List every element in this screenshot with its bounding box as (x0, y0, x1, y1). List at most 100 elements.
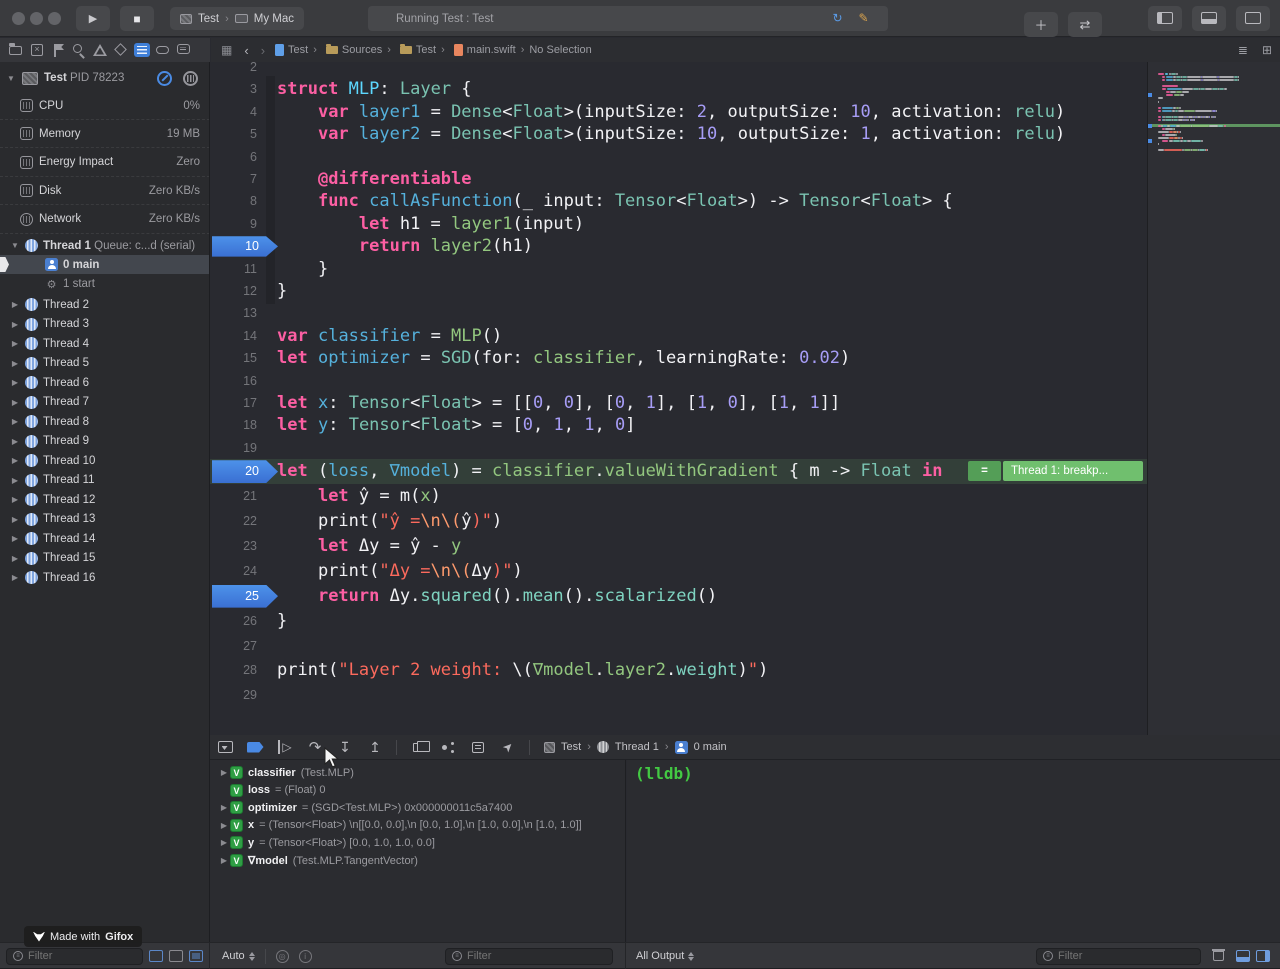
process-row[interactable]: ▼Test PID 78223 (0, 68, 210, 88)
code-line-22[interactable]: 22 print("ŷ =\n\(ŷ)") (210, 509, 1147, 534)
thread-row[interactable]: ▶Thread 3 (0, 315, 210, 334)
code-line-23[interactable]: 23 let Δy = ŷ - y (210, 534, 1147, 559)
code-line-25[interactable]: 25 return Δy.squared().mean().scalarized… (210, 584, 1147, 609)
continue-button[interactable]: ▷ (270, 735, 300, 760)
stop-button[interactable]: ■ (120, 6, 154, 31)
code-line-28[interactable]: 28print("Layer 2 weight: \(∇model.layer2… (210, 658, 1147, 683)
thread-row[interactable]: ▶Thread 16 (0, 568, 210, 587)
show-variables-view-icon[interactable] (1236, 950, 1250, 962)
code-line-4[interactable]: 4 var layer1 = Dense<Float>(inputSize: 2… (210, 101, 1147, 123)
disclosure-triangle[interactable]: ▼ (6, 74, 16, 83)
output-stepper-icon[interactable] (688, 952, 694, 961)
line-number[interactable]: 21 (210, 484, 257, 509)
disclosure-triangle[interactable]: ▶ (10, 456, 20, 465)
variable-row[interactable]: ▶Vx= (Tensor<Float>) \n[[0.0, 0.0],\n [0… (210, 817, 625, 834)
disclosure-triangle[interactable]: ▶ (10, 300, 20, 309)
navigator-filter-input[interactable] (28, 950, 136, 962)
line-number[interactable]: 13 (210, 302, 257, 324)
gauge-row-network[interactable]: NetworkZero KB/s (0, 206, 210, 234)
variables-filter-input[interactable] (467, 950, 606, 962)
line-number[interactable]: 14 (210, 325, 257, 347)
hide-debug-area-button[interactable] (210, 735, 240, 760)
disclosure-triangle[interactable]: ▼ (10, 241, 20, 250)
console[interactable]: (lldb) (627, 760, 1280, 942)
show-crashed-icon[interactable] (189, 950, 203, 962)
thread-row[interactable]: ▶Thread 10 (0, 451, 210, 470)
thread-row[interactable]: ▶Thread 8 (0, 412, 210, 431)
source-editor[interactable]: 23struct MLP: Layer {4 var layer1 = Dens… (210, 62, 1147, 735)
line-number[interactable]: 27 (210, 634, 257, 659)
close-button[interactable] (12, 12, 25, 25)
disclosure-triangle[interactable]: ▶ (10, 534, 20, 543)
code-line-11[interactable]: 11 } (210, 258, 1147, 280)
code-line-9[interactable]: 9 let h1 = layer1(input) (210, 213, 1147, 235)
memory-graph-button[interactable] (433, 735, 463, 760)
scheme-selector[interactable]: Test › My Mac (170, 7, 304, 30)
library-button[interactable]: ＋ (1024, 12, 1058, 37)
breakpoint-marker[interactable]: 25 (212, 585, 278, 608)
disclosure-triangle[interactable]: ▶ (10, 398, 20, 407)
thread-row[interactable]: ▶Thread 6 (0, 373, 210, 392)
simulate-location-button[interactable]: ➤ (493, 735, 523, 760)
reports-navigator-icon[interactable] (174, 42, 195, 58)
line-number[interactable]: 11 (210, 258, 257, 280)
disclosure-triangle[interactable]: ▶ (10, 495, 20, 504)
code-line-18[interactable]: 18let y: Tensor<Float> = [0, 1, 1, 0] (210, 414, 1147, 436)
code-line-29[interactable]: 29 (210, 683, 1147, 708)
line-number[interactable]: 9 (210, 213, 257, 235)
code-line-6[interactable]: 6 (210, 146, 1147, 168)
code-line-2[interactable]: 2 (210, 62, 1147, 78)
toggle-inspector-button[interactable] (1236, 6, 1270, 31)
line-number[interactable]: 3 (210, 78, 257, 100)
line-number[interactable]: 15 (210, 347, 257, 369)
show-stack-icon[interactable] (169, 950, 183, 962)
line-number[interactable]: 18 (210, 414, 257, 436)
thread-row[interactable]: ▶Thread 2 (0, 295, 210, 314)
stack-frame-row[interactable]: ⚙1 start (0, 275, 210, 294)
info-icon[interactable]: i (299, 950, 312, 963)
variables-scope-label[interactable]: Auto (222, 950, 245, 962)
clear-console-icon[interactable] (1213, 951, 1224, 961)
zoom-button[interactable] (48, 12, 61, 25)
related-items-icon[interactable]: ▦ (221, 43, 232, 57)
show-console-view-icon[interactable] (1256, 950, 1270, 962)
debug-breadcrumb-item[interactable]: Test (561, 741, 581, 753)
issues-navigator-icon[interactable] (90, 42, 111, 58)
toggle-debug-area-button[interactable] (1192, 6, 1226, 31)
debug-breadcrumb-item[interactable]: 0 main (694, 741, 727, 753)
show-running-icon[interactable] (149, 950, 163, 962)
line-number[interactable]: 23 (210, 534, 257, 559)
gauge-row-disk[interactable]: DiskZero KB/s (0, 177, 210, 205)
line-number[interactable]: 7 (210, 168, 257, 190)
code-line-27[interactable]: 27 (210, 634, 1147, 659)
thread-1-row[interactable]: ▼Thread 1 Queue: c...d (serial) (0, 236, 210, 255)
thread-row[interactable]: ▶Thread 13 (0, 510, 210, 529)
tests-navigator-icon[interactable] (111, 42, 132, 58)
code-line-15[interactable]: 15let optimizer = SGD(for: classifier, l… (210, 347, 1147, 369)
breakpoint-marker[interactable]: 10 (212, 236, 278, 256)
forward-chevron-icon[interactable]: › (261, 43, 265, 58)
disclosure-triangle[interactable]: ▶ (218, 803, 230, 812)
variable-row[interactable]: ▶Vy= (Tensor<Float>) [0.0, 1.0, 1.0, 0.0… (210, 834, 625, 851)
thread-row[interactable]: ▶Thread 4 (0, 334, 210, 353)
stack-frame-row[interactable]: 0 main (0, 255, 210, 274)
gauge-row-memory[interactable]: Memory19 MB (0, 120, 210, 148)
disclosure-triangle[interactable]: ▶ (218, 821, 230, 830)
code-line-10[interactable]: 10 return layer2(h1) (210, 235, 1147, 257)
code-line-7[interactable]: 7 @differentiable (210, 168, 1147, 190)
deactivate-breakpoints-button[interactable] (240, 735, 270, 760)
debug-breadcrumb-item[interactable]: Thread 1 (615, 741, 659, 753)
code-line-5[interactable]: 5 var layer2 = Dense<Float>(inputSize: 1… (210, 123, 1147, 145)
thread-row[interactable]: ▶Thread 5 (0, 354, 210, 373)
disclosure-triangle[interactable]: ▶ (10, 320, 20, 329)
code-line-16[interactable]: 16 (210, 370, 1147, 392)
thread-row[interactable]: ▶Thread 12 (0, 490, 210, 509)
navigator-filter-field[interactable]: ≡ (6, 948, 143, 965)
code-line-20[interactable]: 20let (loss, ∇model) = classifier.valueW… (210, 459, 1147, 484)
console-filter-field[interactable]: ≡ (1036, 948, 1201, 965)
disclosure-triangle[interactable]: ▶ (10, 515, 20, 524)
variable-row[interactable]: ▶Voptimizer= (SGD<Test.MLP>) 0x000000011… (210, 799, 625, 816)
variable-row[interactable]: ▶V∇model(Test.MLP.TangentVector) (210, 852, 625, 869)
project-navigator-icon[interactable] (6, 42, 27, 58)
code-line-12[interactable]: 12} (210, 280, 1147, 302)
